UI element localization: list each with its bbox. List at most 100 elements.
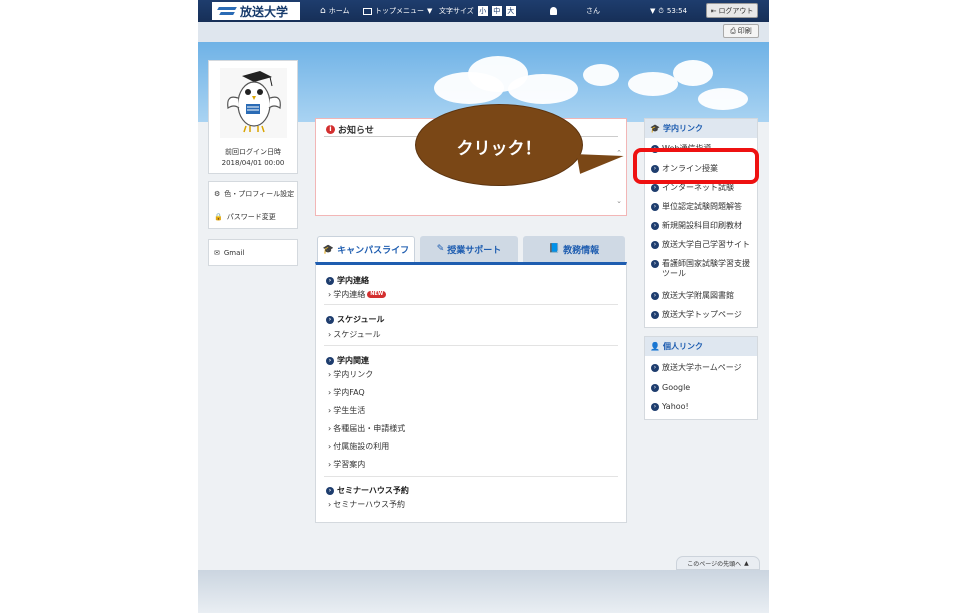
top-menu-dropdown[interactable]: トップメニュー ▼ bbox=[363, 0, 432, 22]
chevron-right-icon: › bbox=[326, 486, 334, 495]
tab-academic-info-label: 教務情報 bbox=[563, 245, 600, 256]
mail-icon: ✉ bbox=[214, 249, 220, 257]
info-icon: i bbox=[326, 125, 335, 134]
highlight-frame bbox=[633, 148, 759, 184]
campus-link[interactable]: › セミナーハウス予約 bbox=[328, 499, 405, 510]
campus-link-item[interactable]: › インターネット試験 bbox=[651, 183, 734, 193]
personal-link-item[interactable]: › 放送大学ホームページ bbox=[651, 363, 742, 373]
content-tabs: 🎓 キャンパスライフ ✎ 授業サポート 📘 教務情報 bbox=[317, 236, 625, 262]
chevron-up-icon: ▲ bbox=[744, 559, 749, 567]
cloud-decoration bbox=[698, 88, 748, 110]
callout-text: クリック！ bbox=[456, 139, 542, 159]
top-menu-label: トップメニュー bbox=[375, 7, 424, 15]
campus-life-panel: › 学内連絡 › 学内連絡 NEW › スケジュール › スケジュール › 学内… bbox=[315, 262, 627, 523]
last-login-label: 前回ログイン日時 bbox=[225, 148, 281, 156]
user-icon bbox=[550, 0, 557, 22]
notice-title: i お知らせ bbox=[326, 123, 374, 136]
campus-links-header: 🎓 学内リンク bbox=[645, 119, 757, 138]
color-profile-link[interactable]: ⚙ 色・プロフィール設定 bbox=[209, 182, 297, 205]
page-top-link[interactable]: このページの先頭へ ▲ bbox=[676, 556, 760, 570]
campus-link[interactable]: › スケジュール bbox=[328, 329, 381, 340]
font-size-medium-button[interactable]: 中 bbox=[491, 6, 502, 16]
campus-link[interactable]: › 各種届出・申請様式 bbox=[328, 423, 405, 434]
tab-class-support-label: 授業サポート bbox=[447, 245, 502, 256]
avatar bbox=[220, 68, 287, 138]
chevron-right-icon: › bbox=[328, 290, 332, 299]
personal-link-item[interactable]: › Google bbox=[651, 383, 690, 393]
monitor-icon bbox=[363, 7, 372, 15]
chevron-right-icon: › bbox=[328, 424, 332, 433]
campus-link-item[interactable]: › 放送大学トップページ bbox=[651, 310, 742, 320]
font-size-small-button[interactable]: 小 bbox=[477, 6, 488, 16]
campus-link-label: 学内連絡 bbox=[333, 290, 366, 299]
cloud-decoration bbox=[508, 74, 578, 104]
scroll-down-icon[interactable]: ⌄ bbox=[616, 197, 622, 205]
session-timer: ▼ ⏱ 53:54 bbox=[650, 0, 687, 22]
chevron-right-icon: › bbox=[328, 460, 332, 469]
section-heading: › 学内連絡 bbox=[326, 275, 369, 286]
campus-link-label: 学内リンク bbox=[333, 370, 374, 379]
footer bbox=[198, 570, 769, 613]
section-title: セミナーハウス予約 bbox=[337, 486, 409, 495]
campus-link-item[interactable]: › 看護師国家試験学習支援ツール bbox=[651, 259, 755, 279]
cloud-decoration bbox=[628, 72, 678, 96]
color-profile-label: 色・プロフィール設定 bbox=[224, 189, 295, 198]
campus-link[interactable]: › 付属施設の利用 bbox=[328, 441, 389, 452]
campus-link-item[interactable]: › 単位認定試験問題解答 bbox=[651, 202, 742, 212]
logout-icon: ⇤ bbox=[710, 6, 717, 15]
campus-link-item-label: インターネット試験 bbox=[662, 183, 734, 192]
chevron-right-icon: › bbox=[328, 330, 332, 339]
last-login: 前回ログイン日時 2018/04/01 00:00 bbox=[209, 147, 297, 169]
campus-link-item-label: 新規開設科目印刷教材 bbox=[662, 221, 742, 230]
app-frame: 放送大学 ⌂ ホーム トップメニュー ▼ 文字サイズ 小 中 大 さん ▼ ⏱ … bbox=[198, 0, 769, 613]
gmail-label: Gmail bbox=[223, 249, 245, 257]
campus-link-label: 付属施設の利用 bbox=[333, 442, 390, 451]
notice-title-label: お知らせ bbox=[338, 126, 374, 136]
pencil-icon: ✎ bbox=[436, 244, 445, 254]
section-title: スケジュール bbox=[337, 315, 385, 324]
section-divider bbox=[324, 304, 618, 305]
gear-icon: ⚙ bbox=[214, 189, 221, 198]
logout-button[interactable]: ⇤ ログアウト bbox=[706, 3, 758, 18]
chevron-down-icon: ▼ bbox=[427, 7, 433, 15]
font-size-control: 文字サイズ 小 中 大 bbox=[439, 0, 516, 22]
graduation-cap-icon: 🎓 bbox=[650, 124, 660, 133]
last-login-value: 2018/04/01 00:00 bbox=[221, 159, 285, 167]
tab-campus-life[interactable]: 🎓 キャンパスライフ bbox=[317, 236, 415, 262]
chevron-right-icon: › bbox=[328, 500, 332, 509]
personal-link-item-label: Yahoo! bbox=[662, 402, 689, 411]
campus-link[interactable]: › 学習案内 bbox=[328, 459, 365, 470]
chevron-down-icon: ▼ bbox=[650, 7, 656, 15]
chevron-right-icon: › bbox=[651, 241, 659, 249]
campus-link-label: 学内FAQ bbox=[333, 388, 365, 397]
chevron-right-icon: › bbox=[328, 370, 332, 379]
tab-campus-life-label: キャンパスライフ bbox=[337, 246, 410, 256]
campus-link[interactable]: › 学内FAQ bbox=[328, 387, 365, 398]
password-label: パスワード変更 bbox=[226, 212, 276, 221]
campus-link-item[interactable]: › 放送大学附属図書館 bbox=[651, 291, 734, 301]
home-link[interactable]: ⌂ ホーム bbox=[320, 0, 350, 22]
campus-link-item[interactable]: › 放送大学自己学習サイト bbox=[651, 240, 750, 250]
tab-academic-info[interactable]: 📘 教務情報 bbox=[523, 236, 625, 262]
campus-link-item-label: 単位認定試験問題解答 bbox=[662, 202, 742, 211]
chevron-right-icon: › bbox=[326, 276, 334, 285]
chevron-right-icon: › bbox=[328, 388, 332, 397]
campus-link[interactable]: › 学内リンク bbox=[328, 369, 373, 380]
chevron-right-icon: › bbox=[651, 292, 659, 300]
tab-class-support[interactable]: ✎ 授業サポート bbox=[420, 236, 518, 262]
font-size-large-button[interactable]: 大 bbox=[505, 6, 516, 16]
password-link[interactable]: 🔒 パスワード変更 bbox=[209, 205, 297, 228]
campus-link-item[interactable]: › 新規開設科目印刷教材 bbox=[651, 221, 742, 231]
timer-icon: ⏱ bbox=[658, 6, 664, 15]
campus-link[interactable]: › 学生生活 bbox=[328, 405, 365, 416]
personal-link-item[interactable]: › Yahoo! bbox=[651, 402, 689, 412]
personal-link-item-label: Google bbox=[662, 383, 691, 392]
gmail-link[interactable]: ✉ Gmail bbox=[209, 240, 297, 266]
campus-link[interactable]: › 学内連絡 NEW bbox=[328, 289, 387, 300]
site-logo[interactable]: 放送大学 bbox=[212, 2, 301, 20]
person-icon: 👤 bbox=[650, 342, 660, 351]
campus-link-item-label: 放送大学トップページ bbox=[662, 310, 742, 319]
user-name: さん bbox=[586, 7, 600, 15]
settings-menu: ⚙ 色・プロフィール設定 🔒 パスワード変更 bbox=[208, 181, 298, 229]
print-button[interactable]: ⎙ 印刷 bbox=[723, 24, 759, 38]
